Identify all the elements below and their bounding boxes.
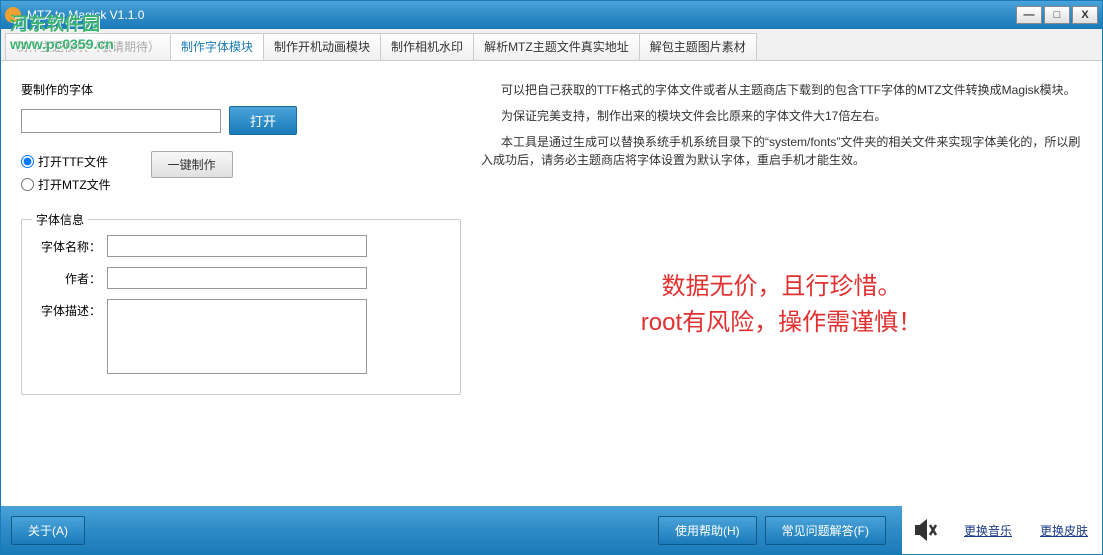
description-p2: 为保证完美支持，制作出来的模块文件会比原来的字体文件大17倍左右。 bbox=[481, 107, 1082, 125]
file-type-radio-group: 打开TTF文件 打开MTZ文件 bbox=[21, 153, 111, 199]
file-section: 要制作的字体 打开 打开TTF文件 打开MTZ文件 bbox=[21, 81, 461, 199]
description-p1: 可以把自己获取的TTF格式的字体文件或者从主题商店下载到的包含TTF字体的MTZ… bbox=[481, 81, 1082, 99]
titlebar[interactable]: MTZ to Magisk V1.1.0 — □ X bbox=[1, 1, 1102, 29]
right-panel: 可以把自己获取的TTF格式的字体文件或者从主题商店下载到的包含TTF字体的MTZ… bbox=[461, 81, 1082, 486]
font-author-row: 作者： bbox=[32, 267, 450, 289]
font-desc-row: 字体描述： bbox=[32, 299, 450, 374]
tab-unpack-images[interactable]: 解包主题图片素材 bbox=[639, 33, 757, 60]
file-section-label: 要制作的字体 bbox=[21, 81, 461, 98]
content-area: 要制作的字体 打开 打开TTF文件 打开MTZ文件 bbox=[1, 61, 1102, 506]
warning-line2: root有风险，操作需谨慎！ bbox=[481, 305, 1082, 341]
tab-bar: 制作主题模块（敬请期待） 制作字体模块 制作开机动画模块 制作相机水印 解析MT… bbox=[1, 29, 1102, 61]
minimize-button[interactable]: — bbox=[1016, 6, 1042, 24]
font-name-row: 字体名称： bbox=[32, 235, 450, 257]
help-button[interactable]: 使用帮助(H) bbox=[658, 516, 757, 545]
description-p3: 本工具是通过生成可以替换系统手机系统目录下的“system/fonts”文件夹的… bbox=[481, 133, 1082, 169]
left-panel: 要制作的字体 打开 打开TTF文件 打开MTZ文件 bbox=[21, 81, 461, 486]
font-author-input[interactable] bbox=[107, 267, 367, 289]
tab-font-module[interactable]: 制作字体模块 bbox=[170, 33, 264, 60]
app-icon bbox=[5, 7, 21, 23]
tab-theme-module[interactable]: 制作主题模块（敬请期待） bbox=[5, 33, 171, 60]
radio-mtz[interactable]: 打开MTZ文件 bbox=[21, 176, 111, 193]
tab-boot-animation[interactable]: 制作开机动画模块 bbox=[263, 33, 381, 60]
mute-icon[interactable] bbox=[912, 516, 940, 544]
faq-button[interactable]: 常见问题解答(F) bbox=[765, 516, 886, 545]
change-skin-link[interactable]: 更换皮肤 bbox=[1036, 520, 1092, 541]
font-info-group: 字体信息 字体名称： 作者： 字体描述： bbox=[21, 219, 461, 395]
radio-mtz-input[interactable] bbox=[21, 178, 34, 191]
change-music-link[interactable]: 更换音乐 bbox=[960, 520, 1016, 541]
font-desc-label: 字体描述： bbox=[32, 299, 107, 319]
font-name-input[interactable] bbox=[107, 235, 367, 257]
font-info-title: 字体信息 bbox=[32, 211, 88, 228]
radio-ttf[interactable]: 打开TTF文件 bbox=[21, 153, 111, 170]
footer-right-section: 更换音乐 更换皮肤 bbox=[902, 506, 1102, 554]
open-button[interactable]: 打开 bbox=[229, 106, 297, 135]
about-button[interactable]: 关于(A) bbox=[11, 516, 85, 545]
file-open-row: 打开 bbox=[21, 106, 461, 135]
radio-ttf-input[interactable] bbox=[21, 155, 34, 168]
font-desc-textarea[interactable] bbox=[107, 299, 367, 374]
radio-mtz-label: 打开MTZ文件 bbox=[38, 176, 111, 193]
font-name-label: 字体名称： bbox=[32, 235, 107, 255]
application-window: MTZ to Magisk V1.1.0 — □ X 河东软件园 www.pc0… bbox=[0, 0, 1103, 555]
footer-bar: 关于(A) 使用帮助(H) 常见问题解答(F) 更换音乐 更换皮肤 bbox=[1, 506, 1102, 554]
maximize-button[interactable]: □ bbox=[1044, 6, 1070, 24]
file-path-input[interactable] bbox=[21, 109, 221, 133]
font-author-label: 作者： bbox=[32, 267, 107, 287]
warning-line1: 数据无价，且行珍惜。 bbox=[481, 269, 1082, 305]
radio-ttf-label: 打开TTF文件 bbox=[38, 153, 108, 170]
make-button[interactable]: 一键制作 bbox=[151, 151, 233, 178]
tab-camera-watermark[interactable]: 制作相机水印 bbox=[380, 33, 474, 60]
window-controls: — □ X bbox=[1016, 6, 1098, 24]
window-title: MTZ to Magisk V1.1.0 bbox=[27, 8, 1016, 22]
warning-text: 数据无价，且行珍惜。 root有风险，操作需谨慎！ bbox=[481, 269, 1082, 341]
tab-parse-mtz[interactable]: 解析MTZ主题文件真实地址 bbox=[473, 33, 640, 60]
close-button[interactable]: X bbox=[1072, 6, 1098, 24]
